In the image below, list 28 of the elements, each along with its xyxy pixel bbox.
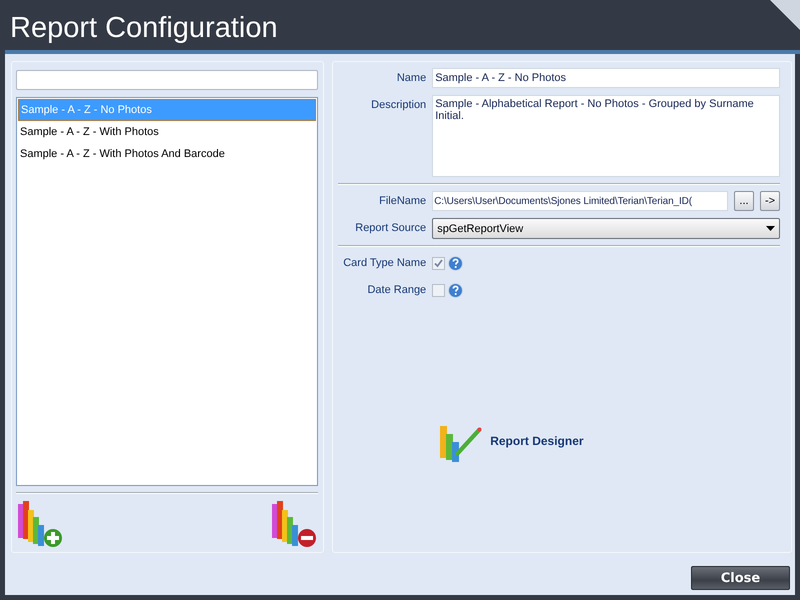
- description-field[interactable]: Sample - Alphabetical Report - No Photos - Grouped by Surname Initial.: [432, 95, 780, 177]
- name-field[interactable]: Sample - A - Z - No Photos: [432, 68, 780, 88]
- dropdown-value: spGetReportView: [437, 222, 524, 234]
- field-label: Report Source: [354, 221, 426, 236]
- report-source-dropdown[interactable]: spGetReportView: [432, 218, 780, 239]
- option-label: Date Range: [366, 283, 426, 298]
- filename-field[interactable]: C:\Users\User\Documents\Sjones Limited\Terian\Terian_ID(: [432, 191, 728, 211]
- add-report-icon[interactable]: [16, 500, 64, 548]
- browse-button[interactable]: ...: [734, 191, 754, 211]
- report-list-item[interactable]: Sample - A - Z - With Photos: [18, 121, 316, 143]
- checkbox[interactable]: [432, 284, 446, 296]
- field-label: FileName: [378, 194, 426, 209]
- button-label: Report Designer: [490, 434, 584, 448]
- corner-fold-icon: [770, 0, 800, 30]
- checkbox[interactable]: [432, 256, 446, 270]
- report-designer-button[interactable]: Report Designer: [438, 420, 584, 462]
- dropdown-caret-icon: [766, 226, 775, 231]
- option-label: Card Type Name: [342, 256, 426, 271]
- window-title: Report Configuration: [10, 11, 278, 46]
- field-label: Description: [370, 98, 426, 113]
- close-button[interactable]: Close: [691, 566, 790, 590]
- go-button[interactable]: ->: [760, 191, 780, 211]
- help-icon[interactable]: [448, 256, 464, 270]
- remove-report-icon[interactable]: [270, 500, 318, 548]
- field-label: Name: [396, 71, 426, 86]
- report-list-item[interactable]: Sample - A - Z - With Photos And Barcode: [18, 143, 316, 165]
- help-icon[interactable]: [448, 282, 464, 298]
- search-field[interactable]: [16, 70, 318, 90]
